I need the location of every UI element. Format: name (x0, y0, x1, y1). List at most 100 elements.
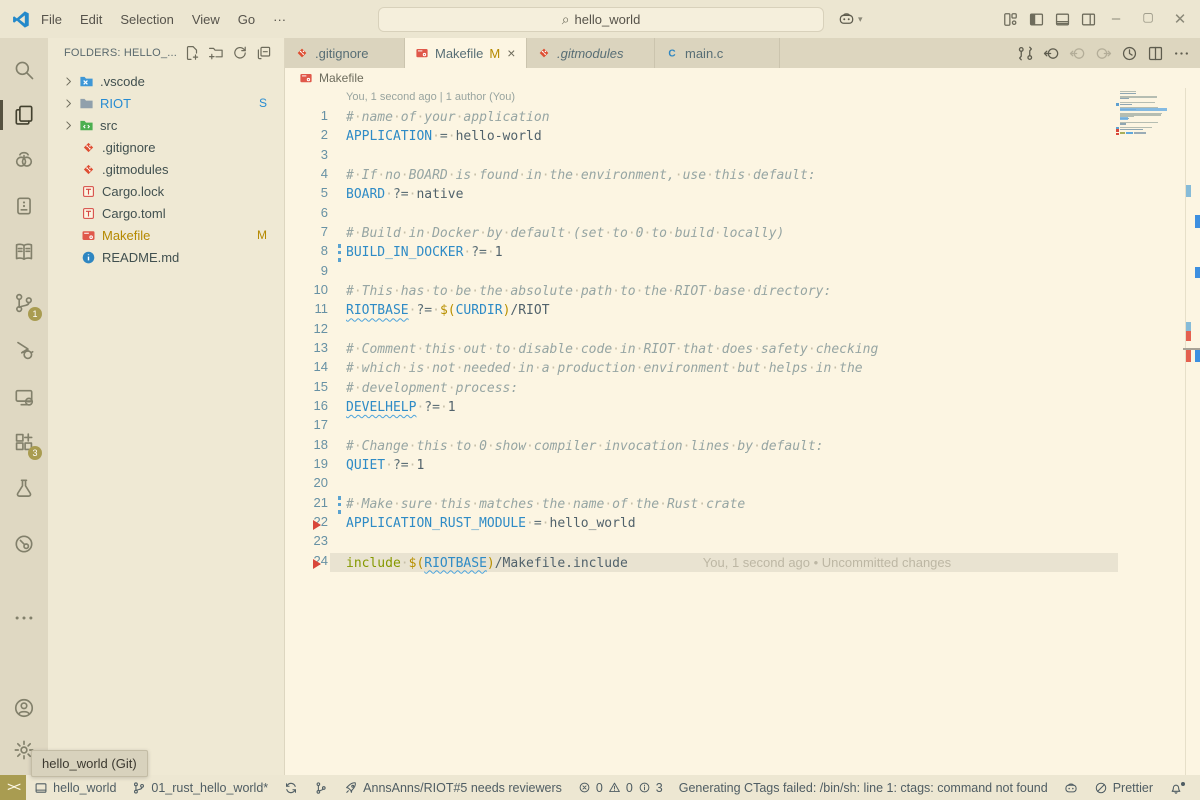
tree-item-label: Makefile (102, 228, 150, 243)
tree-item-Cargolock[interactable]: Cargo.lock (48, 180, 285, 202)
menu-selection[interactable]: Selection (111, 12, 182, 27)
breadcrumb[interactable]: Makefile (285, 68, 1200, 88)
makefile-icon (299, 71, 313, 85)
status-problems[interactable]: 003 (570, 775, 671, 800)
menu-go[interactable]: Go (229, 12, 264, 27)
activity-item-explorer[interactable] (0, 95, 48, 135)
activity-item-more[interactable] (0, 598, 48, 638)
overview-slider-edge[interactable] (1183, 348, 1200, 350)
status-copilot[interactable] (1056, 775, 1086, 800)
split-editor-icon[interactable] (1147, 45, 1164, 62)
tree-item-label: src (100, 118, 117, 133)
new-file-icon[interactable] (184, 45, 200, 61)
activity-item-source-control[interactable]: 1 (0, 283, 48, 323)
tree-item-READMEmd[interactable]: README.md (48, 246, 285, 268)
tree-item-gitignore[interactable]: .gitignore (48, 136, 285, 158)
tree-item-Makefile[interactable]: MakefileM (48, 224, 285, 246)
window-icon (34, 781, 48, 795)
vscode-window: FileEditSelectionViewGo··· ⌕ hello_world… (0, 0, 1200, 800)
tab-Makefile[interactable]: MakefileM× (405, 38, 527, 68)
gutter-deleted-indicator[interactable] (313, 559, 321, 569)
tree-item-vscode[interactable]: .vscode (48, 70, 285, 92)
status-git-graph[interactable] (306, 775, 336, 800)
toggle-sidebar-icon[interactable] (1028, 11, 1045, 28)
activity-item-testing[interactable] (0, 468, 48, 508)
tree-item-Cargotoml[interactable]: Cargo.toml (48, 202, 285, 224)
badge: 1 (28, 307, 42, 321)
minimap-gutter-deleted (1116, 133, 1119, 136)
toggle-secondary-icon[interactable] (1080, 11, 1097, 28)
active-indicator (0, 100, 3, 130)
copilot-icon[interactable] (838, 10, 855, 27)
code-line-13: #·Comment·this·out·to·disable·code·in·RI… (346, 340, 878, 359)
code-line-11: RIOTBASE·?=·$(CURDIR)/RIOT (346, 301, 550, 320)
line-number: 2 (285, 127, 328, 142)
activity-item-search[interactable] (0, 50, 48, 90)
notification-dot (1181, 782, 1185, 786)
status-prettier[interactable]: Prettier (1086, 775, 1161, 800)
sidebar-header: FOLDERS: HELLO_... (64, 47, 177, 59)
remote-indicator[interactable]: >< (0, 775, 26, 800)
status-launchpad[interactable]: AnnsAnns/RIOT#5 needs reviewers (336, 775, 570, 800)
command-center-search[interactable]: ⌕ hello_world (378, 7, 824, 32)
code-editor[interactable]: You, 1 second ago | 1 author (You)1#·nam… (285, 88, 1200, 775)
previous-change-icon[interactable] (1043, 45, 1060, 62)
line-number: 18 (285, 437, 328, 452)
menu-[interactable]: ··· (264, 12, 295, 27)
tree-item-gitmodules[interactable]: .gitmodules (48, 158, 285, 180)
tab-gitignore[interactable]: .gitignore (285, 38, 405, 68)
tooltip: hello_world (Git) (31, 750, 148, 777)
menu-view[interactable]: View (183, 12, 229, 27)
activity-item-remote-explorer[interactable] (0, 377, 48, 417)
status-git-branch[interactable]: 01_rust_hello_world* (124, 775, 276, 800)
docs-icon (13, 241, 35, 263)
status-sync[interactable] (276, 775, 306, 800)
status-label: Prettier (1113, 781, 1153, 795)
git-file-icon (295, 46, 309, 60)
status-notifications[interactable] (1161, 775, 1200, 800)
tree-item-src[interactable]: src (48, 114, 285, 136)
chevron-down-icon[interactable]: ▾ (858, 14, 863, 25)
activity-item-docs[interactable] (0, 232, 48, 272)
toggle-panel-icon[interactable] (1054, 11, 1071, 28)
activity-item-raspberry-pi[interactable] (0, 140, 48, 180)
minimize-button[interactable]: – (1108, 10, 1124, 27)
refresh-icon[interactable] (232, 45, 248, 61)
gutter-modified-indicator[interactable] (338, 244, 341, 262)
status-workspace[interactable]: hello_world (26, 775, 124, 800)
close-window-button[interactable]: ✕ (1172, 10, 1188, 28)
line-number: 11 (285, 301, 328, 316)
more-actions-icon[interactable] (1173, 45, 1190, 62)
menu-edit[interactable]: Edit (71, 12, 111, 27)
tree-item-label: .vscode (100, 74, 145, 89)
tab-gitmodules[interactable]: .gitmodules (527, 38, 655, 68)
tab-label: .gitmodules (557, 46, 623, 61)
status-bar: ><hello_world01_rust_hello_world* AnnsAnn… (0, 775, 1200, 800)
code-line-21: #·Make·sure·this·matches·the·name·of·the… (346, 495, 745, 514)
activity-item-gitlens[interactable] (0, 524, 48, 564)
activity-item-project-manager[interactable] (0, 186, 48, 226)
open-changes-icon[interactable] (1017, 45, 1034, 62)
activity-item-account[interactable] (0, 688, 48, 728)
editor-actions (1017, 38, 1190, 68)
customize-layout-icon[interactable] (1002, 11, 1019, 28)
minimap-line (1120, 93, 1136, 94)
gutter-modified-indicator[interactable] (338, 496, 341, 514)
minimap-line (1126, 132, 1133, 133)
activity-item-run-debug[interactable] (0, 330, 48, 370)
file-history-icon[interactable] (1121, 45, 1138, 62)
gutter-deleted-indicator[interactable] (313, 520, 321, 530)
overview-mark-deleted (1186, 331, 1191, 341)
menu-file[interactable]: File (32, 12, 71, 27)
code-line-2: APPLICATION·=·hello-world (346, 127, 542, 146)
tab-mainc[interactable]: Cmain.c (655, 38, 780, 68)
codelens[interactable]: You, 1 second ago | 1 author (You) (346, 91, 515, 103)
tree-item-RIOT[interactable]: RIOTS (48, 92, 285, 114)
maximize-button[interactable]: ▢ (1140, 10, 1156, 24)
status-ctags-message[interactable]: Generating CTags failed: /bin/sh: line 1… (671, 775, 1056, 800)
new-folder-icon[interactable] (208, 45, 224, 61)
collapse-all-icon[interactable] (256, 45, 272, 61)
testing-icon (13, 477, 35, 499)
activity-item-extensions[interactable]: 3 (0, 422, 48, 462)
close-tab-icon[interactable]: × (507, 45, 515, 61)
